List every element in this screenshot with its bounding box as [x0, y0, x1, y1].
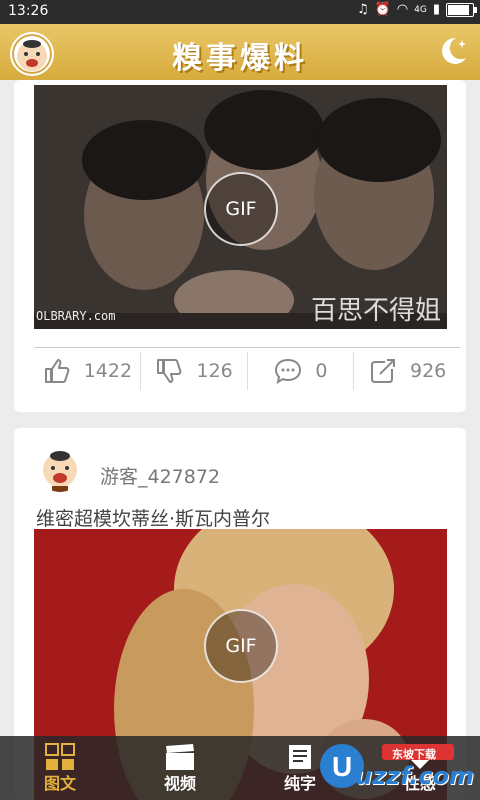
tab-label: 图文	[43, 774, 76, 793]
comment-count: 0	[315, 360, 328, 382]
post-actions: 1422 126 0 926	[34, 347, 460, 395]
tab-label: 视频	[163, 774, 196, 793]
status-bar: 13:26 ♫ ⏰ ◠ 4G ▮	[0, 0, 480, 24]
battery-icon	[446, 2, 477, 17]
headphones-icon: ♫	[356, 2, 369, 17]
post-media[interactable]: GIF 百思不得姐 OLBRARY.com	[34, 85, 447, 329]
share-button[interactable]: 926	[353, 352, 460, 390]
thumbs-down-icon	[157, 359, 182, 383]
post-card[interactable]: GIF 百思不得姐 OLBRARY.com 1422 126 0 926	[14, 80, 466, 412]
watermark: 百思不得姐	[310, 296, 441, 326]
share-count: 926	[409, 360, 447, 382]
user-avatar[interactable]	[36, 444, 84, 492]
logo-text: uzzf.com	[355, 762, 474, 790]
clapper-icon	[166, 744, 194, 770]
svg-text:U: U	[332, 751, 352, 782]
like-button[interactable]: 1422	[34, 352, 140, 390]
network-label: 4G	[414, 4, 427, 15]
page-title: 糗事爆料	[172, 41, 308, 76]
gif-play-button[interactable]: GIF	[204, 172, 278, 246]
thumbs-up-icon	[44, 359, 70, 383]
night-mode-icon[interactable]	[436, 34, 470, 68]
wifi-icon: ◠	[396, 2, 409, 17]
site-watermark: OLBRARY.com	[36, 309, 116, 323]
grid-icon	[45, 743, 75, 770]
alarm-icon: ⏰	[374, 2, 391, 17]
signal-icon: ▮	[432, 2, 440, 17]
username[interactable]: 游客_427872	[100, 462, 220, 489]
status-time: 13:26	[8, 3, 49, 19]
gif-play-button[interactable]: GIF	[204, 609, 278, 683]
like-count: 1422	[83, 360, 133, 382]
status-icons: ♫ ⏰ ◠ 4G ▮	[356, 2, 477, 17]
tab-tuwen[interactable]: 图文	[20, 743, 100, 794]
dislike-button[interactable]: 126	[139, 352, 247, 390]
share-icon	[370, 359, 395, 383]
comment-button[interactable]: 0	[246, 352, 354, 390]
app-header: 糗事爆料	[0, 24, 480, 80]
logo-subtext: 东坡下载	[392, 748, 436, 761]
dislike-count: 126	[196, 360, 233, 382]
post-title[interactable]: 维密超模坎蒂丝·斯瓦内普尔	[36, 504, 270, 531]
comment-icon	[275, 358, 302, 385]
tab-video[interactable]: 视频	[140, 744, 220, 794]
